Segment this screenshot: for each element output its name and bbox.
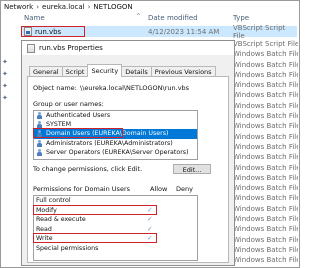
column-date-modified[interactable]: Date modified — [148, 14, 198, 22]
user-group-icon — [36, 112, 43, 120]
type-column-list: VBScript Script File Windows Batch File … — [233, 39, 298, 266]
user-group-icon — [36, 130, 43, 138]
permissions-label: Permissions for Domain Users — [33, 185, 131, 193]
allow-check-icon: ✓ — [147, 215, 153, 223]
group-label: Authenticated Users — [46, 112, 111, 120]
column-type[interactable]: Type — [233, 14, 249, 22]
groups-list[interactable]: Authenticated Users SYSTEM Domain Users … — [33, 110, 198, 160]
type-cell: Windows Batch File — [233, 142, 298, 151]
user-group-icon — [36, 139, 43, 147]
column-header: Name ^ Date modified Type — [0, 13, 298, 24]
dialog-title: run.vbs Properties — [39, 44, 103, 52]
type-cell: Windows Batch File — [233, 225, 298, 234]
pin-icon[interactable]: ✦ — [2, 70, 14, 82]
permission-row: Full control — [34, 196, 197, 206]
dialog-title-bar[interactable]: run.vbs Properties — [22, 41, 234, 55]
type-cell: Windows Batch File — [233, 235, 298, 244]
properties-dialog: run.vbs Properties General Script Securi… — [21, 40, 235, 266]
security-tab-panel: Object name: \\eureka.local\NETLOGON\run… — [27, 76, 229, 263]
tab-security[interactable]: Security — [87, 64, 123, 77]
group-item[interactable]: Administrators (EUREKA\Administrators) — [34, 139, 197, 148]
permission-name: Read & execute — [36, 216, 86, 223]
type-cell: Windows Batch File — [233, 204, 298, 213]
sort-up-icon: ^ — [136, 13, 142, 20]
permission-name: Full control — [36, 197, 71, 204]
type-cell: Windows Batch File — [233, 112, 298, 121]
permission-row: Special permissions — [34, 244, 197, 254]
type-cell: Windows Batch File — [233, 245, 298, 254]
user-group-icon — [36, 121, 43, 129]
group-label: Server Operators (EUREKA\Server Operator… — [46, 148, 189, 156]
permission-row: Write ✓ — [34, 234, 197, 244]
highlight-outline — [21, 26, 85, 37]
type-cell: Windows Batch File — [233, 194, 298, 203]
column-name[interactable]: Name — [24, 14, 45, 22]
group-item-selected[interactable]: Domain Users (EUREKA\Domain Users) — [34, 129, 197, 139]
allow-check-icon: ✓ — [147, 205, 153, 214]
permission-row: Modify ✓ — [34, 206, 197, 216]
chevron-right-icon: › — [36, 3, 40, 11]
group-item[interactable]: SYSTEM — [34, 120, 197, 129]
object-name-value: \\eureka.local\NETLOGON\run.vbs — [80, 84, 190, 92]
group-item[interactable]: Server Operators (EUREKA\Server Operator… — [34, 148, 197, 157]
pin-icon[interactable]: ✦ — [2, 58, 14, 70]
permission-name: Special permissions — [36, 244, 99, 252]
type-cell: Windows Batch File — [233, 215, 298, 224]
type-cell: Windows Batch File — [233, 153, 298, 162]
file-type: VBScript Script File — [233, 23, 286, 40]
chevron-right-icon: › — [87, 3, 91, 11]
permission-row: Read ✓ — [34, 225, 197, 235]
type-cell: Windows Batch File — [233, 101, 298, 110]
permission-name: Write — [36, 235, 53, 242]
permission-row: Read & execute ✓ — [34, 215, 197, 225]
pin-icon[interactable]: ✦ — [2, 94, 14, 106]
user-group-icon — [36, 148, 43, 156]
type-cell: Windows Batch File — [233, 122, 298, 131]
groups-label: Group or user names: — [33, 100, 104, 108]
permission-name: Modify — [36, 206, 57, 214]
group-label: SYSTEM — [46, 121, 72, 129]
type-cell: Windows Batch File — [233, 70, 298, 79]
type-cell: Windows Batch File — [233, 60, 298, 69]
permissions-list: Full control Modify ✓ Read & execute ✓ R… — [33, 195, 198, 261]
allow-check-icon: ✓ — [147, 224, 153, 233]
object-name-label: Object name: — [33, 84, 77, 92]
permission-name: Read — [36, 225, 52, 233]
group-label: Domain Users (EUREKA\Domain Users) — [46, 130, 169, 138]
group-label: Administrators (EUREKA\Administrators) — [46, 139, 173, 147]
breadcrumb-domain[interactable]: eureka.local — [42, 3, 85, 11]
type-cell: Windows Batch File — [233, 256, 298, 265]
type-cell: Windows Batch File — [233, 81, 298, 90]
breadcrumb-share[interactable]: NETLOGON — [93, 3, 132, 11]
type-cell: Windows Batch File — [233, 173, 298, 182]
breadcrumb-network[interactable]: Network — [4, 3, 33, 11]
change-permissions-text: To change permissions, click Edit. — [33, 165, 143, 173]
type-cell: Windows Batch File — [233, 184, 298, 193]
deny-header: Deny — [176, 185, 193, 193]
pin-icon[interactable]: ✦ — [2, 82, 14, 94]
type-cell: Windows Batch File — [233, 163, 298, 172]
type-cell: VBScript Script File — [233, 40, 298, 48]
allow-header: Allow — [150, 185, 168, 193]
quick-access-pins: ✦ ✦ ✦ ✦ — [2, 58, 14, 106]
edit-button[interactable]: Edit... — [173, 164, 211, 174]
allow-check-icon: ✓ — [147, 234, 153, 242]
breadcrumb: Network › eureka.local › NETLOGON — [4, 2, 133, 12]
type-cell: Windows Batch File — [233, 132, 298, 141]
group-item[interactable]: Authenticated Users — [34, 111, 197, 120]
type-cell: Windows Batch File — [233, 50, 298, 59]
type-cell: Windows Batch File — [233, 91, 298, 100]
vbs-file-icon — [27, 43, 35, 53]
file-date: 4/12/2023 11:54 AM — [148, 27, 220, 36]
